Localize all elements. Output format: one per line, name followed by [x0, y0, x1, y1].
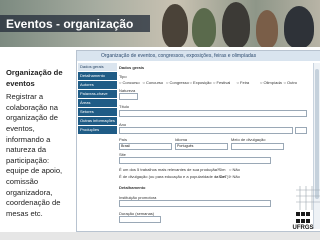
dissemination-yes-label: Sim: [218, 174, 226, 179]
slide-heading: Organização de eventos: [6, 68, 63, 88]
side-menu: Dados gerais Detalhamento Autores Palavr…: [77, 63, 117, 135]
title-input[interactable]: [119, 110, 307, 117]
form-screenshot: Organização de eventos, congressos, expo…: [76, 50, 320, 232]
duration-input[interactable]: [119, 216, 161, 223]
type-radio-label: Concurso: [122, 80, 140, 85]
institution-input[interactable]: [119, 200, 271, 207]
type-radio-group: ○ Concurso ○ Concurso ○ Congresso ○ Exposiç…: [119, 80, 307, 86]
menu-item-areas[interactable]: Áreas: [78, 99, 117, 107]
menu-item-autores[interactable]: Autores: [78, 81, 117, 89]
type-radio-label: Feira: [240, 80, 250, 85]
dissemination-no-radio[interactable]: ○ Não: [229, 174, 240, 179]
language-select[interactable]: Português: [175, 143, 228, 150]
header-photo-person: [284, 6, 314, 47]
year-row-field[interactable]: [119, 127, 293, 134]
section-dados-gerais: Dados gerais: [119, 65, 145, 70]
type-radio-option[interactable]: ○ Outro: [284, 80, 298, 85]
slide-text: Organização de eventos Registrar a colab…: [6, 68, 70, 219]
section-detalhamento: Detalhamento: [119, 185, 146, 190]
dissemination-no-label: Não: [232, 174, 240, 179]
type-radio-label: Congresso: [169, 80, 189, 85]
header-banner: Eventos - organização: [0, 0, 320, 47]
decorative-grid-icon: [296, 186, 320, 210]
menu-item-producoes[interactable]: Produções: [78, 126, 117, 134]
type-radio-label: Festival: [216, 80, 231, 85]
scrollbar-thumb[interactable]: [315, 69, 319, 199]
dissemination-select[interactable]: [231, 143, 284, 150]
year-input[interactable]: [295, 127, 307, 134]
relevant-no-radio[interactable]: ○ Não: [229, 167, 240, 172]
nature-select[interactable]: [119, 93, 138, 100]
slide-body: Registrar a colaboração na organização d…: [6, 92, 63, 218]
type-radio-option[interactable]: ○ Exposição: [190, 80, 212, 85]
title-label: Título: [119, 104, 130, 109]
menu-item-detalhamento[interactable]: Detalhamento: [78, 72, 117, 80]
country-select[interactable]: Brasil: [119, 143, 172, 150]
type-radio-option[interactable]: ○ Concurso: [143, 80, 164, 85]
window-title: Organização de eventos, congressos, expo…: [77, 51, 320, 61]
type-radio-option[interactable]: ○ Concurso: [119, 80, 140, 85]
dissemination-label: Meio de divulgação: [231, 137, 266, 142]
language-label: Idioma: [175, 137, 188, 142]
question-dissemination: É de divulgação (ou para educação e a po…: [119, 174, 231, 179]
site-input[interactable]: [119, 157, 271, 164]
type-radio-label: Exposição: [193, 80, 212, 85]
footer-band: [0, 232, 320, 240]
type-radio-option[interactable]: ○ Feira: [237, 80, 250, 85]
logo-text: UFRGS: [292, 225, 314, 231]
header-photo-person: [256, 10, 278, 47]
menu-item-setores[interactable]: Setores: [78, 108, 117, 116]
type-radio-option[interactable]: ○ Congresso: [166, 80, 189, 85]
dissemination-yes-radio[interactable]: ○ Sim: [215, 174, 225, 179]
type-radio-option[interactable]: ○ Olimpíada: [260, 80, 282, 85]
type-radio-label: Olimpíada: [263, 80, 282, 85]
header-photo-person: [162, 4, 188, 47]
country-label: País: [119, 137, 128, 142]
slide-title: Eventos - organização: [6, 17, 134, 31]
menu-item-palavras-chave[interactable]: Palavras-chave: [78, 90, 117, 98]
type-label: Tipo: [119, 74, 127, 79]
menu-item-dados-gerais[interactable]: Dados gerais: [78, 63, 117, 71]
header-photo-person: [192, 8, 216, 47]
ufrgs-logo: UFRGS: [292, 212, 314, 232]
type-radio-label: Outro: [287, 80, 298, 85]
relevant-yes-label: Sim: [218, 167, 226, 172]
header-photo-person: [222, 2, 250, 47]
logo-mark: [296, 212, 310, 225]
question-relevant: É um dos 5 trabalhos mais relevantes de …: [119, 167, 220, 172]
type-radio-label: Concurso: [146, 80, 164, 85]
relevant-yes-radio[interactable]: ○ Sim: [215, 167, 225, 172]
menu-item-outras-informacoes[interactable]: Outras informações: [78, 117, 117, 125]
relevant-no-label: Não: [232, 167, 240, 172]
type-radio-option[interactable]: ○ Festival: [213, 80, 230, 85]
